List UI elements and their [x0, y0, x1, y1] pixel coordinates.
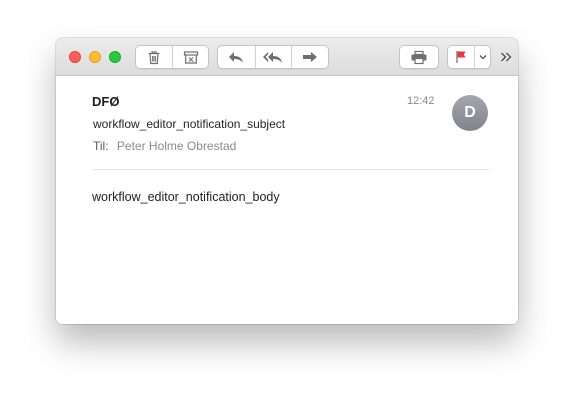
message-body: workflow_editor_notification_body	[92, 190, 280, 204]
sender-name: DFØ	[92, 94, 120, 109]
stage: DFØ 12:42 D workflow_editor_notification…	[0, 0, 574, 398]
avatar-initial: D	[464, 104, 476, 121]
chevron-down-icon	[479, 55, 486, 60]
mail-message-window: DFØ 12:42 D workflow_editor_notification…	[56, 38, 518, 324]
trash-icon	[148, 50, 160, 64]
reply-all-button[interactable]	[254, 46, 292, 68]
flag-button[interactable]	[448, 46, 474, 68]
forward-button[interactable]	[291, 46, 328, 68]
double-chevron-right-icon	[501, 52, 512, 62]
header-divider	[92, 169, 489, 170]
minimize-window-button[interactable]	[89, 51, 101, 63]
toolbar	[56, 38, 518, 76]
flag-group	[447, 45, 491, 69]
flag-icon	[456, 51, 466, 63]
toolbar-overflow-button[interactable]	[498, 48, 514, 66]
print-icon	[411, 50, 427, 64]
archive-button[interactable]	[172, 46, 208, 68]
print-group	[399, 45, 439, 69]
forward-icon	[303, 52, 318, 62]
delete-button[interactable]	[136, 46, 172, 68]
recipient-label: Til:	[93, 139, 109, 153]
flag-menu-button[interactable]	[474, 46, 490, 68]
reply-icon	[229, 52, 244, 63]
delete-archive-group	[135, 45, 209, 69]
recipient-name[interactable]: Peter Holme Obrestad	[117, 139, 236, 153]
archive-icon	[183, 50, 198, 64]
print-button[interactable]	[400, 46, 438, 68]
reply-forward-group	[217, 45, 329, 69]
recipient-row: Til: Peter Holme Obrestad	[93, 139, 236, 153]
message-time: 12:42	[407, 95, 435, 107]
reply-button[interactable]	[218, 46, 255, 68]
reply-all-icon	[263, 52, 283, 63]
message-subject: workflow_editor_notification_subject	[93, 117, 286, 131]
close-window-button[interactable]	[69, 51, 81, 63]
zoom-window-button[interactable]	[109, 51, 121, 63]
avatar: D	[452, 95, 488, 131]
message-view: DFØ 12:42 D workflow_editor_notification…	[56, 76, 518, 324]
